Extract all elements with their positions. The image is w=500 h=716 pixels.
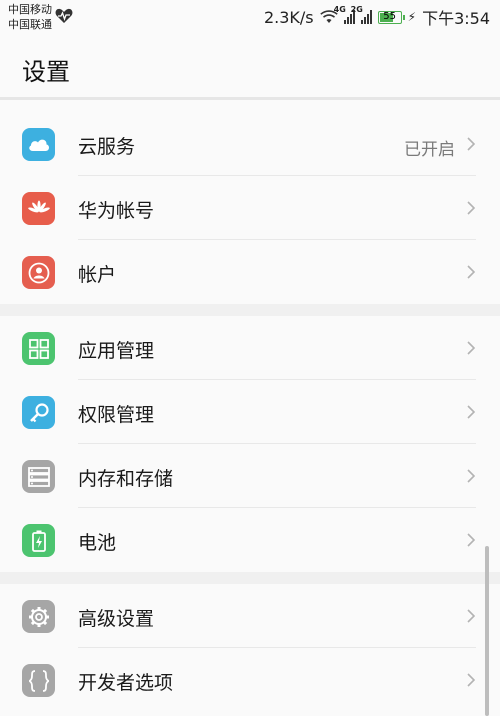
chevron-right-icon <box>467 137 476 151</box>
heart-rate-icon <box>55 8 73 23</box>
settings-item-cloud[interactable]: 云服务 已开启 <box>0 112 500 176</box>
settings-item-huawei-account[interactable]: 华为帐号 <box>0 176 500 240</box>
settings-item-storage[interactable]: 内存和存储 <box>0 444 500 508</box>
status-indicators: 2.3K/s 4G 2G 55 ⚡ 下午3:54 <box>263 5 490 28</box>
carrier-2: 中国联通 <box>8 18 52 31</box>
account-section: 云服务 已开启 华为帐号 帐户 <box>0 112 500 304</box>
settings-item-label: 开发者选项 <box>78 672 174 694</box>
advanced-section: 高级设置 开发者选项 <box>0 584 500 714</box>
battery-icon <box>22 524 55 557</box>
chevron-right-icon <box>467 341 476 355</box>
gear-icon <box>22 600 55 633</box>
settings-item-label: 华为帐号 <box>78 200 155 222</box>
key-icon <box>22 396 55 429</box>
network-speed: 2.3K/s <box>263 7 314 27</box>
cloud-icon <box>22 128 55 161</box>
chevron-right-icon <box>467 405 476 419</box>
settings-item-label: 内存和存储 <box>78 468 174 490</box>
settings-item-label: 帐户 <box>78 264 117 286</box>
sim1-network-type: 4G <box>333 5 346 14</box>
carrier-1: 中国移动 <box>8 3 52 16</box>
chevron-right-icon <box>467 533 476 547</box>
page-title: 设置 <box>22 58 70 86</box>
settings-item-label: 电池 <box>78 532 117 554</box>
storage-icon <box>22 460 55 493</box>
huawei-logo-icon <box>22 192 55 225</box>
settings-item-accounts[interactable]: 帐户 <box>0 240 500 304</box>
apps-grid-icon <box>22 332 55 365</box>
settings-item-permissions[interactable]: 权限管理 <box>0 380 500 444</box>
section-separator <box>0 572 500 584</box>
section-separator <box>0 304 500 316</box>
settings-item-label: 云服务 <box>78 136 136 158</box>
status-bar: 中国移动 中国联通 2.3K/s 4G 2G 55 ⚡ 下午3:54 <box>0 0 500 36</box>
settings-item-apps[interactable]: 应用管理 <box>0 316 500 380</box>
account-icon <box>22 256 55 289</box>
chevron-right-icon <box>467 469 476 483</box>
settings-item-battery[interactable]: 电池 <box>0 508 500 572</box>
chevron-right-icon <box>467 201 476 215</box>
cloud-status-value: 已开启 <box>404 140 455 160</box>
carrier-labels: 中国移动 中国联通 <box>8 2 52 32</box>
clock: 下午3:54 <box>422 9 490 28</box>
settings-item-label: 高级设置 <box>78 608 155 630</box>
settings-item-label: 权限管理 <box>78 404 155 426</box>
battery-level: 55 <box>383 10 396 22</box>
settings-item-advanced[interactable]: 高级设置 <box>0 584 500 648</box>
braces-icon <box>22 664 55 697</box>
scrollbar[interactable] <box>485 546 489 716</box>
header-divider <box>0 97 500 100</box>
chevron-right-icon <box>467 673 476 687</box>
chevron-right-icon <box>467 265 476 279</box>
settings-item-developer-options[interactable]: 开发者选项 <box>0 648 500 712</box>
chevron-right-icon <box>467 609 476 623</box>
settings-item-label: 应用管理 <box>78 340 155 362</box>
battery-indicator-icon: 55 <box>377 10 405 24</box>
sim2-network-type: 2G <box>350 5 363 14</box>
system-section: 应用管理 权限管理 内存和存储 电池 <box>0 316 500 572</box>
sim2-signal-icon: 2G <box>351 5 372 24</box>
charging-bolt-icon: ⚡ <box>407 10 417 24</box>
